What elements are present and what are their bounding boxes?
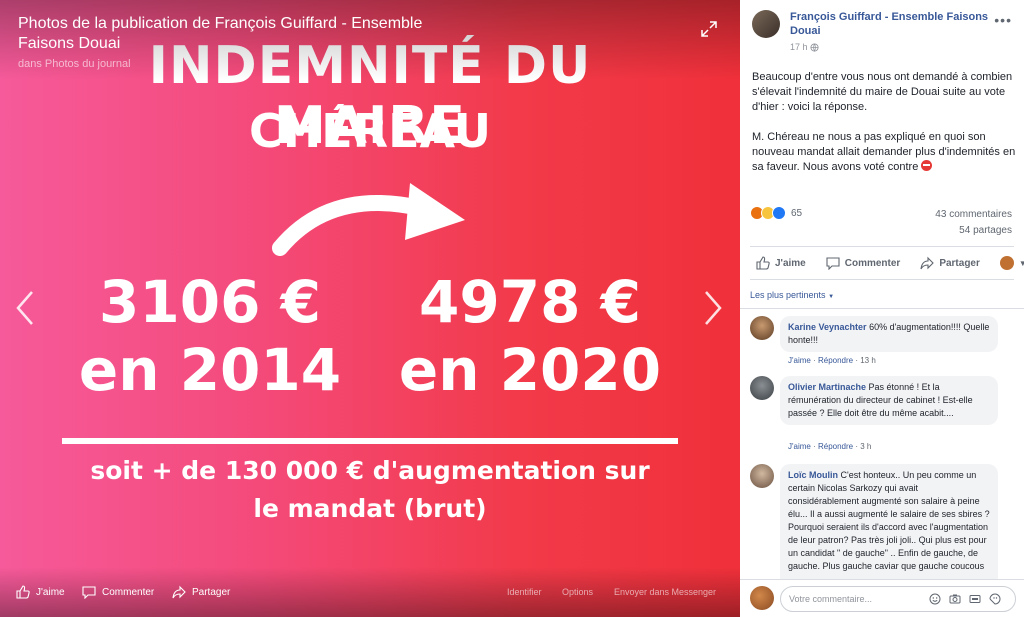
comment-like-link[interactable]: J'aime: [788, 356, 811, 365]
comment-input-placeholder: Votre commentaire...: [789, 594, 873, 604]
post-timestamp[interactable]: 17 h: [790, 42, 808, 52]
sticker-icon[interactable]: [989, 593, 1001, 605]
comment-author[interactable]: Karine Veynachter: [788, 322, 867, 332]
chevron-down-icon: ▼: [828, 294, 835, 300]
share-icon: [172, 585, 186, 599]
comment-composer: Votre commentaire...: [740, 579, 1024, 617]
amount-2020-year: en 2020: [398, 336, 662, 404]
comment-text: C'est honteux.. Un peu comme un certain …: [788, 470, 990, 571]
amount-2014: 3106 € en 2014: [60, 268, 360, 404]
comment-bubble: Olivier Martinache Pas étonné ! Et la ré…: [780, 376, 998, 425]
comment-bubble: Karine Veynachter 60% d'augmentation!!!!…: [780, 316, 998, 352]
chevron-down-icon: ▼: [1018, 258, 1024, 268]
like-reaction-icon: [772, 206, 786, 220]
share-icon: [920, 256, 935, 270]
comments-count[interactable]: 43 commentaires: [935, 209, 1012, 220]
viewer-like-button[interactable]: J'aime: [16, 585, 65, 599]
gif-icon[interactable]: [969, 593, 981, 605]
comment-meta: J'aime · Répondre · 13 h: [788, 356, 876, 365]
amount-2014-year: en 2014: [78, 336, 342, 404]
share-label: Partager: [939, 257, 980, 269]
comment-sort-dropdown[interactable]: Les plus pertinents ▼: [750, 290, 834, 300]
comment-icon: [826, 257, 840, 270]
like-button[interactable]: J'aime: [756, 256, 806, 270]
options-link[interactable]: Options: [562, 587, 593, 597]
avatar[interactable]: [750, 376, 774, 400]
comment-input[interactable]: Votre commentaire...: [780, 586, 1016, 612]
amount-2020: 4978 € en 2020: [380, 268, 680, 404]
viewer-like-label: J'aime: [36, 586, 65, 598]
author-name[interactable]: François Guiffard - Ensemble Faisons Dou…: [790, 10, 990, 38]
photo-viewer: INDEMNITÉ DU MAIRE CHÉREAU 3106 € en 201…: [0, 0, 740, 617]
viewer-title: Photos de la publication de François Gui…: [18, 15, 423, 52]
comment-bubble: Loïc Moulin C'est honteux.. Un peu comme…: [780, 464, 998, 584]
post-panel: François Guiffard - Ensemble Faisons Dou…: [740, 0, 1024, 617]
camera-icon[interactable]: [949, 593, 961, 605]
profile-avatar: [999, 256, 1014, 270]
viewer-comment-label: Commenter: [102, 586, 155, 598]
curved-arrow-icon: [272, 183, 465, 256]
post-header: François Guiffard - Ensemble Faisons Dou…: [752, 8, 1012, 56]
divider: [740, 308, 1024, 309]
comment-reply-link[interactable]: Répondre: [818, 356, 853, 365]
current-user-avatar: [750, 586, 774, 610]
reaction-summary[interactable]: 65: [750, 206, 802, 220]
comment-label: Commenter: [844, 257, 901, 269]
no-entry-emoji-icon: [921, 160, 933, 171]
avatar[interactable]: [750, 316, 774, 340]
avatar[interactable]: [750, 464, 774, 488]
comment-time[interactable]: 3 h: [860, 442, 871, 451]
viewer-share-label: Partager: [192, 586, 231, 598]
amount-2014-value: 3106 €: [99, 268, 321, 336]
comment-icon: [82, 586, 96, 599]
share-button[interactable]: Partager: [920, 256, 980, 270]
viewer-header: Photos de la publication de François Gui…: [0, 0, 740, 80]
amount-2020-value: 4978 €: [419, 268, 641, 336]
poster-name: CHÉREAU: [248, 104, 492, 158]
comment-author[interactable]: Olivier Martinache: [788, 382, 866, 392]
post-paragraph-1: Beaucoup d'entre vous nous ont demandé à…: [752, 71, 1013, 113]
emoji-icon[interactable]: [929, 593, 941, 605]
globe-icon: [810, 43, 819, 52]
poster-summary: soit + de 130 000 € d'augmentation sur l…: [50, 452, 690, 528]
poster-summary-line2: le mandat (brut): [253, 494, 487, 523]
reaction-count: 65: [791, 207, 803, 219]
poster-summary-line1: soit + de 130 000 € d'augmentation sur: [90, 456, 650, 485]
comment-meta: J'aime · Répondre · 3 h: [788, 442, 872, 451]
like-label: J'aime: [775, 257, 806, 269]
comment-author[interactable]: Loïc Moulin: [788, 470, 838, 480]
viewer-comment-button[interactable]: Commenter: [82, 585, 154, 599]
previous-photo-icon[interactable]: [14, 290, 36, 326]
viewer-subtitle[interactable]: dans Photos du journal: [18, 58, 722, 70]
expand-icon[interactable]: [700, 20, 718, 38]
comment-reply-link[interactable]: Répondre: [818, 442, 853, 451]
more-options-icon[interactable]: •••: [994, 12, 1012, 28]
post-action-bar: J'aime Commenter Partager ▼: [750, 246, 1024, 280]
identify-link[interactable]: Identifier: [507, 587, 542, 597]
comment-sort-label: Les plus pertinents: [750, 290, 826, 300]
next-photo-icon[interactable]: [702, 290, 724, 326]
viewer-share-button[interactable]: Partager: [172, 585, 230, 599]
thumbs-up-icon: [756, 256, 770, 270]
author-avatar[interactable]: [752, 10, 780, 38]
comment-like-link[interactable]: J'aime: [788, 442, 811, 451]
post-paragraph-2: M. Chéreau ne nous a pas expliqué en quo…: [752, 130, 1016, 175]
post-paragraph-2-text: M. Chéreau ne nous a pas expliqué en quo…: [752, 131, 1016, 173]
shares-count[interactable]: 54 partages: [959, 225, 1012, 236]
thumbs-up-icon: [16, 585, 30, 599]
comment-button[interactable]: Commenter: [826, 256, 901, 270]
poster-divider: [62, 438, 678, 444]
viewer-footer: J'aime Commenter Partager Identifier Opt…: [0, 567, 740, 617]
post-body: Beaucoup d'entre vous nous ont demandé à…: [752, 70, 1016, 190]
comment-time[interactable]: 13 h: [860, 356, 876, 365]
react-as-selector[interactable]: ▼: [999, 256, 1024, 270]
send-messenger-link[interactable]: Envoyer dans Messenger: [614, 587, 716, 597]
